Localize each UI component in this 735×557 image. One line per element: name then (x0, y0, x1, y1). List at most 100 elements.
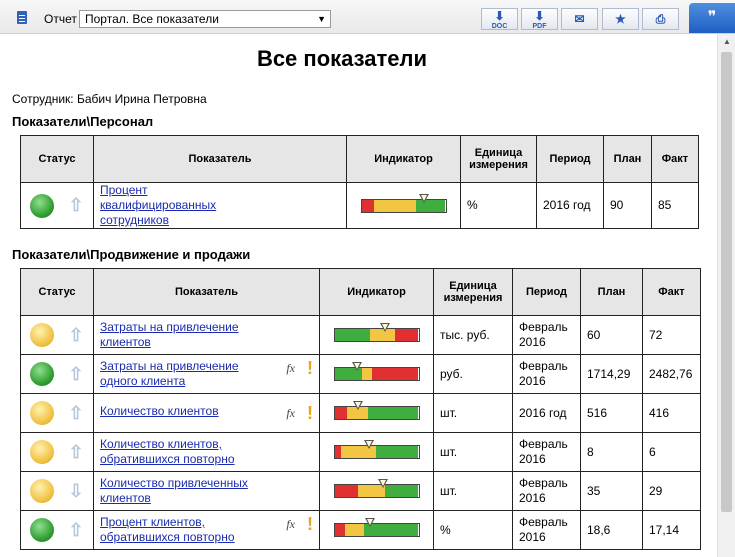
gauge-marker-icon (378, 479, 389, 488)
indicator-name-cell: ! fx Количество клиентов (93, 393, 320, 433)
gauge-segment-yellow (362, 368, 373, 380)
col-indicator: Индикатор (319, 268, 434, 316)
favorite-button[interactable]: ★ (602, 8, 639, 30)
plan-cell: 1714,29 (580, 354, 643, 394)
gauge-marker-icon (363, 440, 374, 449)
gauge-segment-green (384, 485, 419, 497)
period-cell: Февраль 2016 (512, 432, 581, 472)
email-icon: ✉ (574, 12, 585, 26)
indicator-gauge (333, 323, 420, 342)
gauge-segment-red (334, 407, 348, 419)
warning-exclamation-icon: ! (307, 403, 313, 423)
table-row: ⇧ Затраты на привлечение клиентов тыс. руб… (20, 315, 701, 355)
gauge-segment-green (334, 329, 370, 341)
col-plan: План (580, 268, 643, 316)
trend-up-icon: ⇧ (68, 441, 84, 462)
gauge-marker-icon (352, 362, 363, 371)
indicator-link[interactable]: Количество привлеченных клиентов (100, 476, 260, 506)
table-header-row: Статус Показатель Индикатор Единица изме… (20, 135, 699, 183)
plan-cell: 18,6 (580, 510, 643, 550)
formula-fx-icon[interactable]: fx (286, 406, 295, 421)
indicator-link[interactable]: Затраты на привлечение одного клиента (100, 359, 260, 389)
col-unit: Единица измерения (433, 268, 513, 316)
fact-cell: 6 (642, 432, 701, 472)
gauge-segment-red (394, 329, 419, 341)
status-cell: ⇧ (20, 315, 94, 355)
print-button[interactable]: ⎙ (642, 8, 679, 30)
indicator-name-cell: Количество привлеченных клиентов (93, 471, 320, 511)
trend-down-icon: ⇩ (68, 480, 84, 501)
indicator-name-cell: ! fx Процент клиентов, обратившихся повтор… (93, 510, 320, 550)
status-cell: ⇧ (20, 510, 94, 550)
indicator-gauge (333, 440, 420, 459)
table-row: ⇧! fx Затраты на привлечение одного клиент… (20, 354, 701, 394)
indicator-gauge-cell (319, 315, 434, 355)
table-row: ⇧! fx Количество клиентов шт. 2016 год 516 416 (20, 393, 701, 433)
indicator-gauge-cell (319, 471, 434, 511)
export-pdf-button[interactable]: ⬇ PDF (521, 8, 558, 30)
warning-exclamation-icon: ! (307, 514, 313, 534)
vertical-scrollbar[interactable]: ▲ (717, 34, 735, 557)
indicator-gauge (360, 193, 447, 213)
pdf-export-icon: ⬇ (534, 9, 545, 23)
unit-cell: шт. (433, 432, 513, 472)
gauge-segment-yellow (374, 199, 417, 212)
indicator-link[interactable]: Процент клиентов, обратившихся повторно (100, 515, 260, 545)
col-plan: План (603, 135, 652, 183)
export-doc-label: DOC (491, 23, 508, 30)
status-yellow-icon (30, 440, 54, 464)
col-status: Статус (20, 268, 94, 316)
formula-fx-icon[interactable]: fx (286, 517, 295, 532)
indicators-table-personnel: Статус Показатель Индикатор Единица изме… (20, 135, 699, 229)
indicator-gauge (333, 518, 420, 537)
star-icon: ★ (615, 12, 626, 26)
toolbar: Отчет Портал. Все показатели ▼ ⬇ DOC ⬇ P… (0, 0, 735, 34)
indicator-link[interactable]: Количество клиентов (100, 404, 219, 419)
table-row: ⇩ Количество привлеченных клиентов шт. Февр… (20, 471, 701, 511)
col-fact: Факт (651, 135, 699, 183)
indicator-name-cell: Процент квалифицированных сотрудников (93, 182, 347, 229)
fact-cell: 29 (642, 471, 701, 511)
report-label: Отчет (44, 12, 77, 26)
report-content: Все показатели Сотрудник: Бабич Ирина Пе… (0, 34, 717, 557)
indicator-name-cell: Затраты на привлечение клиентов (93, 315, 320, 355)
table-row: ⇧! fx Процент клиентов, обратившихся повто… (20, 510, 701, 550)
gauge-segment-red (361, 199, 375, 212)
status-green-icon (30, 193, 54, 218)
trend-up-icon: ⇧ (68, 402, 84, 423)
chat-button[interactable]: ❞ (689, 3, 735, 33)
period-cell: Февраль 2016 (512, 510, 581, 550)
status-green-icon (30, 518, 54, 542)
scroll-up-arrow-icon[interactable]: ▲ (718, 34, 735, 50)
warning-exclamation-icon: ! (307, 358, 313, 378)
email-button[interactable]: ✉ (561, 8, 598, 30)
status-yellow-icon (30, 323, 54, 347)
indicator-name-cell: Количество клиентов, обратившихся повтор… (93, 432, 320, 472)
formula-fx-icon[interactable]: fx (286, 361, 295, 376)
indicator-name-cell: ! fx Затраты на привлечение одного клиента (93, 354, 320, 394)
unit-cell: тыс. руб. (433, 315, 513, 355)
indicator-link[interactable]: Затраты на привлечение клиентов (100, 320, 260, 350)
unit-cell: руб. (433, 354, 513, 394)
period-cell: Февраль 2016 (512, 354, 581, 394)
trend-up-icon: ⇧ (68, 363, 84, 384)
col-indicator-name: Показатель (93, 135, 347, 183)
chevron-down-icon: ▼ (317, 14, 326, 24)
status-cell: ⇩ (20, 471, 94, 511)
plan-cell: 35 (580, 471, 643, 511)
report-select[interactable]: Портал. Все показатели ▼ (79, 10, 331, 28)
employee-label: Сотрудник: Бабич Ирина Петровна (12, 92, 207, 106)
gauge-segment-red (334, 485, 359, 497)
report-select-value: Портал. Все показатели (85, 12, 219, 26)
doc-export-icon: ⬇ (494, 9, 505, 23)
col-unit: Единица измерения (460, 135, 537, 183)
indicator-gauge-cell (319, 432, 434, 472)
col-period: Период (536, 135, 604, 183)
gauge-segment-red (334, 446, 342, 458)
indicator-link[interactable]: Количество клиентов, обратившихся повтор… (100, 437, 260, 467)
gauge-segment-red (372, 368, 419, 380)
scroll-thumb[interactable] (721, 52, 732, 512)
export-doc-button[interactable]: ⬇ DOC (481, 8, 518, 30)
indicator-link[interactable]: Процент квалифицированных сотрудников (100, 183, 260, 228)
col-fact: Факт (642, 268, 701, 316)
